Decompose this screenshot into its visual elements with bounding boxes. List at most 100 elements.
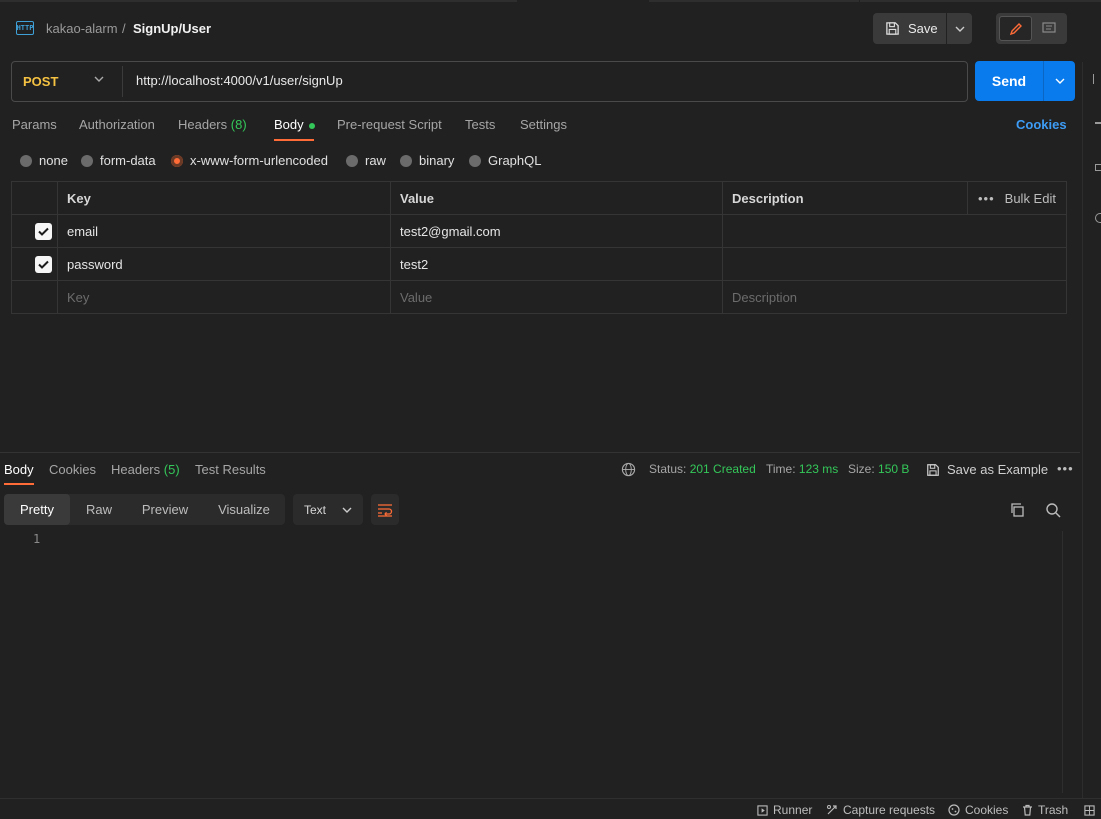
footer-cookies[interactable]: Cookies <box>948 803 1008 817</box>
radio-dot <box>469 154 481 167</box>
comment-icon <box>1042 22 1056 33</box>
tab-tests[interactable]: Tests <box>465 117 495 132</box>
line-number: 1 <box>33 532 41 546</box>
save-options-button[interactable] <box>947 13 972 44</box>
radio-dot <box>81 154 93 167</box>
time-label: Time: <box>766 462 796 476</box>
view-pretty[interactable]: Pretty <box>4 494 70 525</box>
sidebar-icon[interactable] <box>1095 164 1101 171</box>
footer-capture-requests[interactable]: Capture requests <box>826 803 935 817</box>
body-type-binary[interactable]: binary <box>400 153 454 168</box>
footer-runner-label: Runner <box>773 803 813 817</box>
radio-dot <box>20 154 32 167</box>
layout-grid-icon[interactable] <box>1084 805 1095 816</box>
new-value-input[interactable]: Value <box>390 281 722 314</box>
body-type-graphql[interactable]: GraphQL <box>469 153 541 168</box>
table-row: password test2 <box>12 248 1066 281</box>
table-row: email test2@gmail.com <box>12 215 1066 248</box>
response-divider[interactable] <box>0 452 1080 453</box>
sidebar-icon[interactable] <box>1093 74 1101 84</box>
globe-icon[interactable] <box>621 462 636 477</box>
response-tab-headers[interactable]: Headers (5) <box>111 462 180 477</box>
view-preview[interactable]: Preview <box>128 494 202 525</box>
body-type-urlencoded[interactable]: x-www-form-urlencoded <box>171 153 328 168</box>
footer-trash[interactable]: Trash <box>1022 803 1068 817</box>
pencil-icon <box>1009 22 1022 35</box>
bulk-edit-button[interactable]: Bulk Edit <box>1005 191 1056 206</box>
footer-trash-label: Trash <box>1038 803 1069 817</box>
status-label: Status: <box>649 462 687 476</box>
response-active-underline <box>4 483 34 485</box>
cookies-link[interactable]: Cookies <box>1016 117 1067 132</box>
more-options-icon[interactable]: ••• <box>978 191 995 206</box>
save-button[interactable]: Save <box>873 13 946 44</box>
new-description-input[interactable]: Description <box>722 281 1066 314</box>
tab-body[interactable]: Body <box>274 117 315 132</box>
edit-mode-button[interactable] <box>999 16 1032 41</box>
response-format-select[interactable]: Text <box>293 494 363 525</box>
row-enabled-checkbox[interactable] <box>35 256 52 273</box>
size-value[interactable]: 150 B <box>878 462 909 476</box>
tab-settings[interactable]: Settings <box>520 117 567 132</box>
url-input[interactable]: http://localhost:4000/v1/user/signUp <box>136 73 343 88</box>
body-type-raw[interactable]: raw <box>346 153 386 168</box>
tab-headers[interactable]: Headers (8) <box>178 117 247 132</box>
method-select[interactable]: POST <box>23 74 58 89</box>
send-button[interactable]: Send <box>975 61 1043 101</box>
row-description-cell[interactable] <box>722 215 1066 247</box>
status-value[interactable]: 201 Created <box>690 462 756 476</box>
response-tab-cookies[interactable]: Cookies <box>49 462 96 477</box>
size-label: Size: <box>848 462 875 476</box>
tab-headers-label: Headers <box>178 117 228 132</box>
more-options-icon[interactable]: ••• <box>1057 461 1074 476</box>
time-value[interactable]: 123 ms <box>799 462 838 476</box>
column-header-key: Key <box>57 182 390 214</box>
send-options-button[interactable] <box>1043 61 1075 101</box>
row-key-cell[interactable]: email <box>57 215 390 247</box>
sidebar-icon[interactable] <box>1095 213 1101 223</box>
sidebar-icon[interactable] <box>1095 122 1101 124</box>
response-scrollbar[interactable] <box>1062 531 1077 793</box>
wrap-lines-icon <box>378 503 393 517</box>
copy-icon[interactable] <box>1009 502 1025 518</box>
body-type-form-data[interactable]: form-data <box>81 153 156 168</box>
view-raw[interactable]: Raw <box>72 494 126 525</box>
tab-params[interactable]: Params <box>12 117 57 132</box>
tab-authorization[interactable]: Authorization <box>79 117 155 132</box>
chevron-down-icon[interactable] <box>94 76 104 82</box>
response-tab-body[interactable]: Body <box>4 462 34 477</box>
http-icon: HTTP <box>16 21 34 35</box>
body-type-form-data-label: form-data <box>100 153 156 168</box>
row-key-cell[interactable]: password <box>57 248 390 280</box>
response-size: Size: 150 B <box>848 462 909 476</box>
save-as-example-button[interactable]: Save as Example <box>926 462 1048 477</box>
bulk-edit-control[interactable]: ••• Bulk Edit <box>967 182 1066 214</box>
breadcrumb-collection[interactable]: kakao-alarm <box>46 21 118 36</box>
response-format-label: Text <box>304 502 327 517</box>
response-headers-count: (5) <box>163 462 180 477</box>
footer-runner[interactable]: Runner <box>757 803 812 817</box>
table-header-row: Key Value Description ••• Bulk Edit <box>12 182 1066 215</box>
top-tab-strip <box>0 0 1101 4</box>
comments-button[interactable] <box>1036 16 1062 41</box>
body-type-graphql-label: GraphQL <box>488 153 542 168</box>
row-value-cell[interactable]: test2 <box>390 248 722 280</box>
response-time: Time: 123 ms <box>766 462 838 476</box>
chevron-down-icon <box>1055 78 1064 84</box>
new-key-input[interactable]: Key <box>57 281 390 314</box>
view-visualize[interactable]: Visualize <box>204 494 284 525</box>
request-title[interactable]: SignUp/User <box>133 21 211 36</box>
wrap-lines-button[interactable] <box>371 494 399 525</box>
tab-prerequest-script[interactable]: Pre-request Script <box>337 117 442 132</box>
body-type-none[interactable]: none <box>20 153 68 168</box>
row-description-cell[interactable] <box>722 248 1066 280</box>
row-enabled-checkbox[interactable] <box>35 223 52 240</box>
search-icon[interactable] <box>1045 502 1061 518</box>
row-value-cell[interactable]: test2@gmail.com <box>390 215 722 247</box>
status-bar <box>0 798 1101 819</box>
url-divider <box>122 66 123 97</box>
response-tab-test-results[interactable]: Test Results <box>195 462 266 477</box>
footer-cookies-label: Cookies <box>965 803 1009 817</box>
body-indicator-dot <box>308 122 315 129</box>
trash-icon <box>1023 804 1032 816</box>
